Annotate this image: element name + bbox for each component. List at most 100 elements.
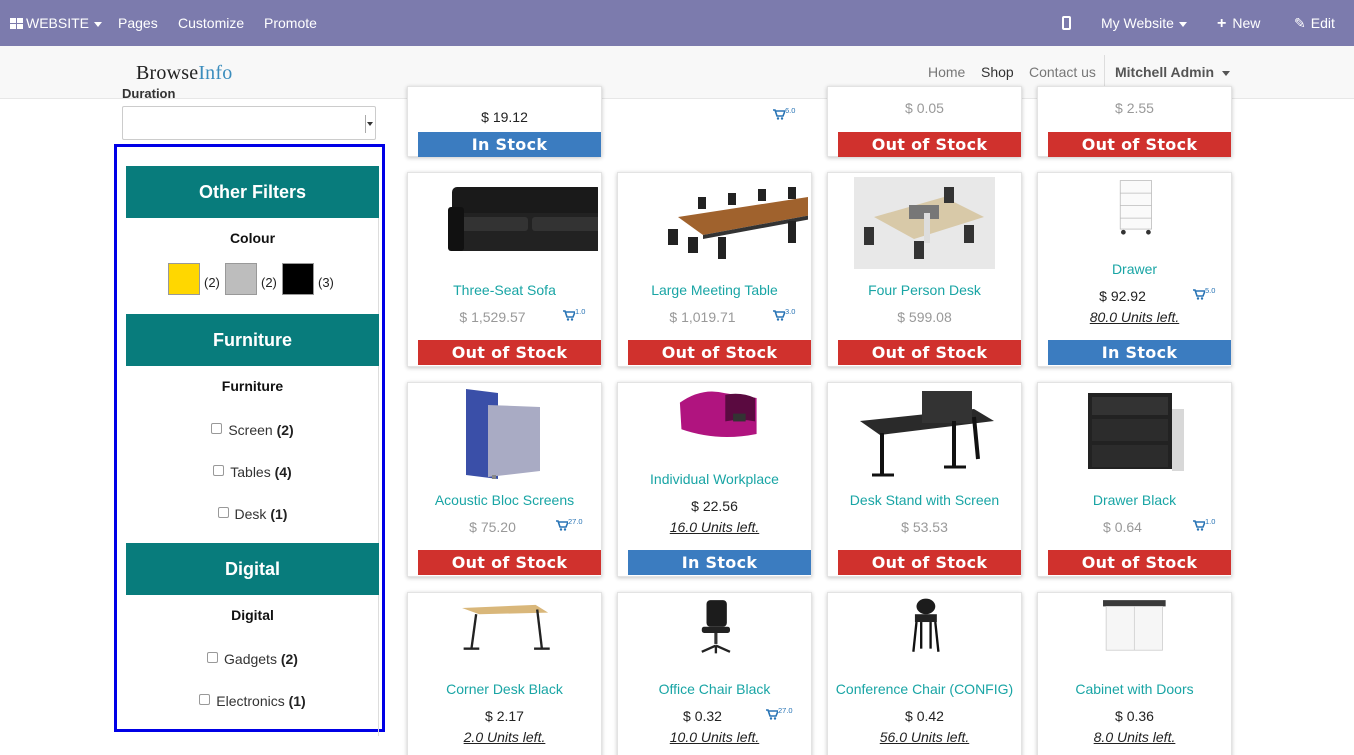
- site-switcher-label: My Website: [1101, 15, 1174, 31]
- product-name[interactable]: Desk Stand with Screen: [828, 492, 1021, 508]
- checkbox[interactable]: [211, 423, 223, 434]
- filter-tables[interactable]: Tables (4): [126, 464, 379, 480]
- checkbox[interactable]: [199, 694, 211, 705]
- product-name[interactable]: Drawer: [1038, 261, 1231, 277]
- product-name[interactable]: Drawer Black: [1038, 492, 1231, 508]
- cart-qty: 6.0: [785, 106, 796, 115]
- nav-contact-us[interactable]: Contact us: [1029, 64, 1096, 80]
- office-chair-image: [701, 600, 731, 654]
- filters-list: Other Filters Colour (2) (2) (3) Furnitu…: [123, 166, 379, 736]
- add-to-cart[interactable]: 6.0: [773, 106, 803, 120]
- product-price: $ 1,529.57: [459, 309, 526, 325]
- cart-qty: 27.0: [778, 706, 793, 715]
- product-name[interactable]: Individual Workplace: [618, 471, 811, 487]
- nav-home[interactable]: Home: [928, 64, 965, 80]
- checkbox[interactable]: [217, 507, 229, 518]
- product-price: $ 19.12: [481, 109, 528, 125]
- units-left: 10.0 Units left.: [669, 729, 760, 745]
- stock-status: Out of Stock: [628, 340, 811, 365]
- user-name: Mitchell Admin: [1115, 64, 1215, 80]
- site-switcher[interactable]: My Website: [1101, 0, 1187, 46]
- units-left: 2.0 Units left.: [463, 729, 546, 745]
- product-card-acoustic-bloc-screens[interactable]: Acoustic Bloc Screens $ 75.20 27.0 Out o…: [407, 382, 602, 577]
- product-card[interactable]: $ 0.05 Out of Stock: [827, 86, 1022, 157]
- colour-title: Colour: [229, 230, 276, 246]
- product-card-four-person-desk[interactable]: Four Person Desk $ 599.08 Out of Stock: [827, 172, 1022, 367]
- cart-qty: 5.0: [1205, 286, 1216, 295]
- other-filters-header: Other Filters: [126, 166, 379, 218]
- add-to-cart[interactable]: 1.0: [1193, 517, 1223, 531]
- stock-status: Out of Stock: [418, 550, 601, 575]
- filter-count: (2): [280, 651, 298, 667]
- product-card-three-seat-sofa[interactable]: Three-Seat Sofa $ 1,529.57 1.0 Out of St…: [407, 172, 602, 367]
- product-card-conference-chair[interactable]: Conference Chair (CONFIG) $ 0.42 56.0 Un…: [827, 592, 1022, 755]
- new-button[interactable]: + New: [1217, 0, 1260, 46]
- stock-status: In Stock: [628, 550, 811, 575]
- filter-electronics[interactable]: Electronics (1): [126, 693, 379, 709]
- filter-gadgets[interactable]: Gadgets (2): [126, 651, 379, 667]
- product-card-individual-workplace[interactable]: Individual Workplace $ 22.56 16.0 Units …: [617, 382, 812, 577]
- units-left: 16.0 Units left.: [669, 519, 760, 535]
- add-to-cart[interactable]: 27.0: [556, 517, 586, 531]
- pencil-icon: ✎: [1294, 15, 1306, 31]
- filter-label: Screen: [228, 422, 273, 438]
- website-menu[interactable]: WEBSITE: [10, 0, 103, 46]
- acoustic-screens-image: [466, 389, 540, 479]
- filter-screen[interactable]: Screen (2): [126, 422, 379, 438]
- product-card[interactable]: $ 2.55 Out of Stock: [1037, 86, 1232, 157]
- product-name[interactable]: Three-Seat Sofa: [408, 282, 601, 298]
- product-card-drawer[interactable]: Drawer $ 92.92 5.0 80.0 Units left. In S…: [1037, 172, 1232, 367]
- mobile-phone-icon: [1062, 16, 1071, 30]
- colour-swatch-black[interactable]: [282, 263, 314, 295]
- duration-select[interactable]: [122, 106, 376, 140]
- product-card-large-meeting-table[interactable]: Large Meeting Table $ 1,019.71 3.0 Out o…: [617, 172, 812, 367]
- units-left: 56.0 Units left.: [879, 729, 970, 745]
- product-name[interactable]: Conference Chair (CONFIG): [828, 681, 1021, 697]
- four-person-desk-image: [854, 177, 995, 269]
- filter-count: (2): [276, 422, 294, 438]
- mobile-preview-button[interactable]: [1062, 0, 1071, 46]
- filter-desk[interactable]: Desk (1): [126, 506, 379, 522]
- colour-swatch-yellow[interactable]: [168, 263, 200, 295]
- checkbox[interactable]: [213, 465, 225, 476]
- product-card-drawer-black[interactable]: Drawer Black $ 0.64 1.0 Out of Stock: [1037, 382, 1232, 577]
- site-logo[interactable]: BrowseInfo: [136, 62, 232, 85]
- product-name[interactable]: Office Chair Black: [618, 681, 811, 697]
- customize-menu[interactable]: Customize: [178, 0, 244, 46]
- logo-text-browse: Browse: [136, 62, 199, 84]
- nav-shop[interactable]: Shop: [981, 64, 1014, 80]
- user-menu[interactable]: Mitchell Admin: [1104, 55, 1231, 89]
- add-to-cart[interactable]: 27.0: [766, 706, 796, 720]
- sofa-image: [448, 187, 598, 251]
- add-to-cart[interactable]: 1.0: [563, 307, 593, 321]
- edit-button[interactable]: ✎ Edit: [1294, 0, 1335, 46]
- product-price: $ 2.55: [1115, 100, 1154, 116]
- product-card-cabinet-with-doors[interactable]: Cabinet with Doors $ 0.36 8.0 Units left…: [1037, 592, 1232, 755]
- meeting-table-image: [668, 187, 808, 259]
- select-arrow-icon: [365, 115, 373, 133]
- digital-subtitle: Digital: [231, 607, 274, 623]
- cart-qty: 1.0: [575, 307, 586, 316]
- product-card-office-chair-black[interactable]: Office Chair Black $ 0.32 27.0 10.0 Unit…: [617, 592, 812, 755]
- product-name[interactable]: Cabinet with Doors: [1038, 681, 1231, 697]
- product-card-desk-stand-with-screen[interactable]: Desk Stand with Screen $ 53.53 Out of St…: [827, 382, 1022, 577]
- product-card-corner-desk-black[interactable]: Corner Desk Black $ 2.17 2.0 Units left.: [407, 592, 602, 755]
- product-card[interactable]: $ 19.12 6.0 In Stock: [407, 86, 795, 157]
- product-price: $ 92.92: [1099, 288, 1146, 304]
- product-name[interactable]: Acoustic Bloc Screens: [408, 492, 601, 508]
- colour-count: (2): [261, 275, 277, 290]
- product-name[interactable]: Four Person Desk: [828, 282, 1021, 298]
- checkbox[interactable]: [207, 652, 219, 663]
- add-to-cart[interactable]: 3.0: [773, 307, 803, 321]
- pages-menu[interactable]: Pages: [118, 0, 158, 46]
- filters-panel: Other Filters Colour (2) (2) (3) Furnitu…: [114, 144, 385, 736]
- colour-swatch-grey[interactable]: [225, 263, 257, 295]
- promote-menu[interactable]: Promote: [264, 0, 317, 46]
- edit-button-label: Edit: [1310, 15, 1335, 31]
- add-to-cart[interactable]: 5.0: [1193, 286, 1223, 300]
- apps-grid-icon: [10, 18, 23, 29]
- conference-chair-image: [912, 598, 940, 652]
- cabinet-image: [1103, 600, 1166, 651]
- product-name[interactable]: Large Meeting Table: [618, 282, 811, 298]
- product-name[interactable]: Corner Desk Black: [408, 681, 601, 697]
